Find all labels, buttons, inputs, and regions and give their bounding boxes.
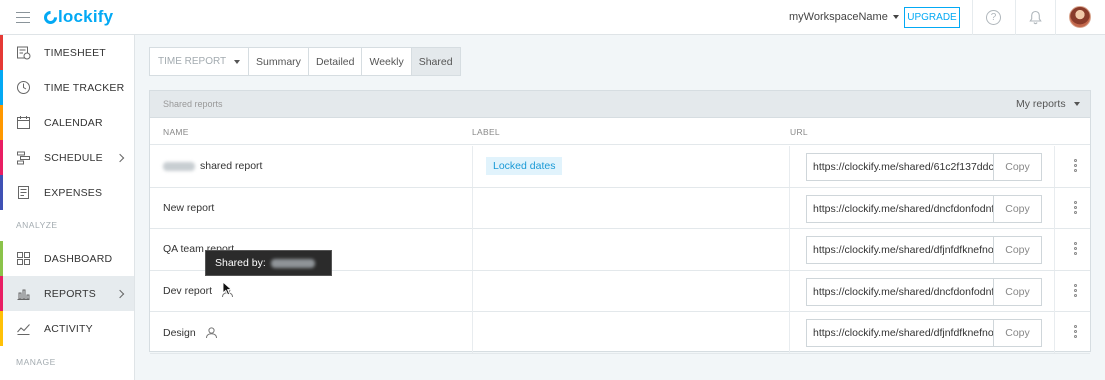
sidebar-item-calendar[interactable]: CALENDAR	[0, 105, 134, 140]
table-row[interactable]: Dev report https://clockify.me/shared/dn…	[150, 270, 1090, 312]
timesheet-icon	[17, 46, 31, 60]
shared-by-tooltip: Shared by:	[205, 250, 332, 276]
report-name[interactable]: Design	[163, 326, 218, 339]
divider	[1055, 0, 1056, 35]
redacted-name	[163, 161, 195, 171]
chevron-down-icon	[1073, 102, 1080, 107]
tab-summary[interactable]: Summary	[248, 48, 308, 75]
panel-header: Shared reports My reports	[150, 91, 1090, 118]
chevron-right-icon	[115, 289, 125, 298]
tab-shared[interactable]: Shared	[410, 48, 460, 75]
schedule-icon	[17, 151, 30, 165]
divider	[972, 0, 973, 35]
url-text[interactable]: https://clockify.me/shared/61c2f137ddcf	[807, 154, 993, 180]
url-text[interactable]: https://clockify.me/shared/dncfdonfodnfc	[807, 279, 993, 305]
url-field: https://clockify.me/shared/61c2f137ddcf …	[806, 153, 1042, 181]
report-name[interactable]: New report	[163, 202, 214, 214]
sidebar-item-label: REPORTS	[44, 287, 96, 300]
redacted-user-name	[270, 258, 315, 268]
sidebar-item-label: TIME TRACKER	[44, 81, 125, 94]
reports-icon	[17, 289, 30, 300]
filter-label: My reports	[1016, 98, 1066, 110]
chevron-right-icon	[115, 153, 125, 162]
hamburger-menu-icon[interactable]	[16, 12, 30, 23]
tooltip-text: Shared by:	[215, 257, 266, 269]
sidebar-item-reports[interactable]: REPORTS	[0, 276, 134, 311]
sidebar-item-expenses[interactable]: EXPENSES	[0, 175, 134, 210]
copy-button[interactable]: Copy	[993, 320, 1041, 346]
url-field: https://clockify.me/shared/dncfdonfodnfc…	[806, 194, 1042, 223]
copy-button[interactable]: Copy	[993, 237, 1041, 263]
logo-mark-icon	[41, 7, 60, 27]
tab-weekly[interactable]: Weekly	[361, 48, 410, 75]
sidebar-item-label: EXPENSES	[44, 186, 103, 199]
column-header-url: URL	[790, 127, 808, 137]
sidebar: TIMESHEET TIME TRACKER CALENDAR SCHEDULE…	[0, 35, 135, 380]
sidebar-item-dashboard[interactable]: DASHBOARD	[0, 241, 134, 276]
report-tabs: TIME REPORT Summary Detailed Weekly Shar…	[149, 47, 461, 76]
url-text[interactable]: https://clockify.me/shared/dncfdonfodnfc	[807, 196, 993, 222]
sidebar-item-label: TIMESHEET	[44, 46, 106, 59]
shared-reports-panel: Shared reports My reports NAME LABEL URL…	[149, 90, 1091, 354]
url-field: https://clockify.me/shared/dncfdonfodnfc…	[806, 277, 1042, 306]
column-header-label: LABEL	[472, 127, 500, 137]
copy-button[interactable]: Copy	[993, 195, 1041, 222]
sidebar-item-schedule[interactable]: SCHEDULE	[0, 140, 134, 175]
my-reports-filter[interactable]: My reports	[1016, 98, 1080, 110]
sidebar-item-label: DASHBOARD	[44, 252, 113, 265]
sidebar-item-activity[interactable]: ACTIVITY	[0, 311, 134, 346]
label-badge: Locked dates	[486, 157, 563, 175]
more-options-icon[interactable]	[1074, 159, 1077, 174]
url-field: https://clockify.me/shared/dfjnfdfknefno…	[806, 319, 1042, 347]
clockify-logo[interactable]: lockify	[41, 7, 114, 27]
sidebar-item-label: SCHEDULE	[44, 151, 103, 164]
more-options-icon[interactable]	[1074, 325, 1077, 340]
workspace-name: myWorkspaceName	[789, 11, 888, 23]
divider	[1015, 0, 1016, 35]
url-text[interactable]: https://clockify.me/shared/dfjnfdfknefno…	[807, 320, 993, 346]
more-options-icon[interactable]	[1074, 242, 1077, 257]
clock-icon	[17, 81, 30, 94]
shared-user-icon[interactable]	[205, 326, 218, 339]
more-options-icon[interactable]	[1074, 200, 1077, 216]
sidebar-item-time-tracker[interactable]: TIME TRACKER	[0, 70, 134, 105]
section-label-manage: MANAGE	[16, 357, 56, 367]
copy-button[interactable]: Copy	[993, 154, 1041, 180]
url-text[interactable]: https://clockify.me/shared/dfjnfdfknefno…	[807, 237, 993, 263]
avatar[interactable]	[1069, 6, 1091, 28]
workspace-switcher[interactable]: myWorkspaceName	[789, 11, 899, 23]
mouse-cursor-icon	[222, 281, 233, 296]
dashboard-icon	[17, 252, 30, 265]
more-options-icon[interactable]	[1074, 283, 1077, 299]
table-row[interactable]: Design https://clockify.me/shared/dfjnfd…	[150, 312, 1090, 354]
upgrade-button[interactable]: UPGRADE	[904, 7, 960, 28]
url-field: https://clockify.me/shared/dfjnfdfknefno…	[806, 236, 1042, 264]
sidebar-item-label: ACTIVITY	[44, 322, 93, 335]
table-row[interactable]: New report https://clockify.me/shared/dn…	[150, 187, 1090, 229]
activity-icon	[17, 324, 30, 335]
chevron-down-icon	[892, 15, 899, 20]
copy-button[interactable]: Copy	[993, 278, 1041, 305]
chevron-down-icon	[234, 59, 240, 64]
help-icon[interactable]: ?	[986, 10, 1001, 25]
report-type-value: TIME REPORT	[158, 56, 227, 67]
expenses-icon	[18, 186, 29, 199]
table-row[interactable]: shared report Locked dates https://clock…	[150, 146, 1090, 188]
top-bar: lockify myWorkspaceName UPGRADE ?	[0, 0, 1105, 35]
report-type-select[interactable]: TIME REPORT	[150, 48, 248, 75]
tab-detailed[interactable]: Detailed	[307, 48, 362, 75]
calendar-icon	[17, 116, 30, 129]
column-header-name: NAME	[163, 127, 189, 137]
sidebar-item-label: CALENDAR	[44, 116, 103, 129]
report-name[interactable]: shared report	[163, 160, 262, 172]
table-header: NAME LABEL URL	[150, 118, 1090, 145]
logo-text: lockify	[58, 7, 114, 26]
section-label-analyze: ANALYZE	[16, 220, 58, 230]
panel-title: Shared reports	[163, 99, 223, 109]
bell-icon[interactable]	[1029, 10, 1042, 25]
sidebar-item-timesheet[interactable]: TIMESHEET	[0, 35, 134, 70]
